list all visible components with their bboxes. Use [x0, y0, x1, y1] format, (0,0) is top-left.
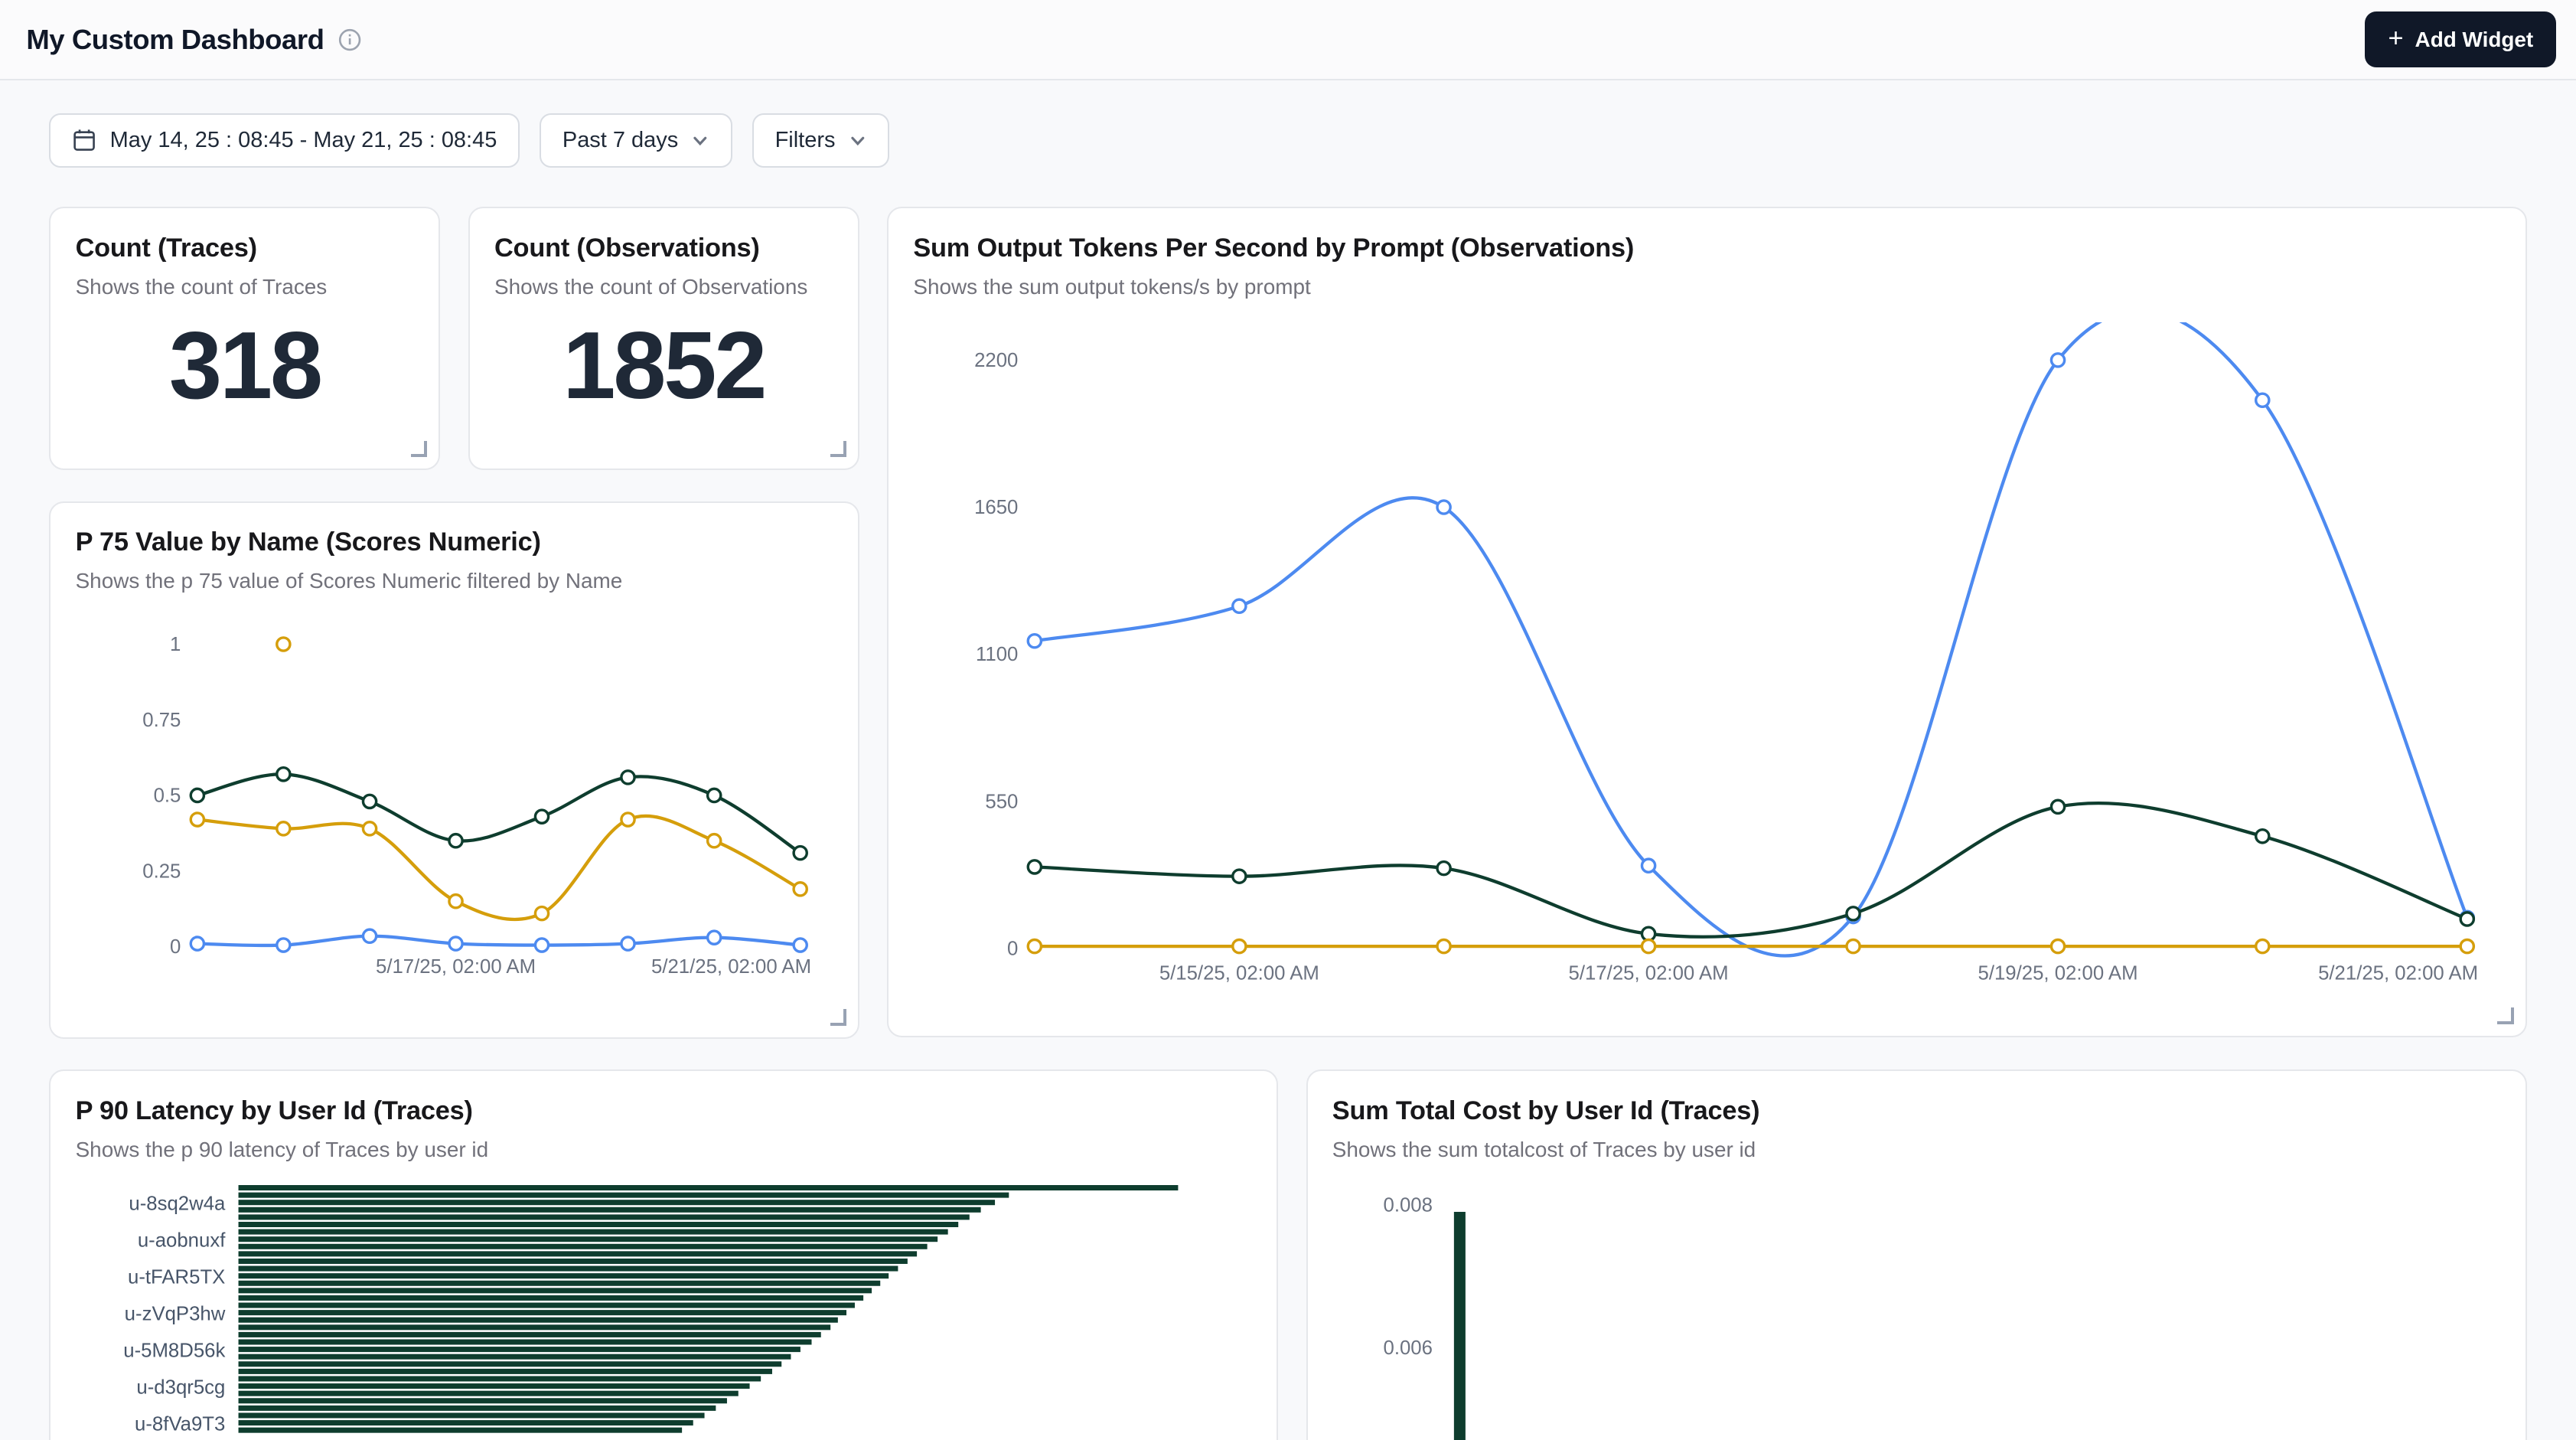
widget-title: Sum Output Tokens Per Second by Prompt (…: [913, 233, 2500, 263]
dashboard-page: My Custom Dashboard + Add Widget May 14,…: [0, 0, 2576, 1440]
widget-title: P 75 Value by Name (Scores Numeric): [76, 527, 833, 557]
count-observations-value: 1852: [494, 318, 833, 414]
resize-handle-icon[interactable]: [830, 441, 846, 457]
svg-text:u-5M8D56k: u-5M8D56k: [123, 1340, 225, 1361]
svg-text:0.006: 0.006: [1383, 1337, 1432, 1359]
svg-text:5/21/25, 02:00 AM: 5/21/25, 02:00 AM: [2318, 962, 2478, 984]
date-range-picker[interactable]: May 14, 25 : 08:45 - May 21, 25 : 08:45: [49, 113, 520, 168]
add-widget-button[interactable]: + Add Widget: [2365, 11, 2556, 67]
svg-text:0.25: 0.25: [142, 860, 181, 882]
p90-hbar-chart: u-8sq2w4a u-aobnuxf u-tFAR5TX u-zVqP3hw u-5M…: [76, 1185, 1252, 1440]
page-title: My Custom Dashboard: [26, 24, 324, 56]
app-header: My Custom Dashboard + Add Widget: [0, 0, 2576, 80]
info-icon[interactable]: [337, 28, 362, 52]
resize-handle-icon[interactable]: [411, 441, 427, 457]
widget-card-p90-latency: P 90 Latency by User Id (Traces) Shows t…: [49, 1069, 1278, 1439]
resize-handle-icon[interactable]: [830, 1009, 846, 1025]
filters-dropdown[interactable]: Filters: [752, 113, 889, 168]
widget-card-output-tokens: Sum Output Tokens Per Second by Prompt (…: [887, 207, 2526, 1037]
svg-text:0: 0: [1007, 938, 1018, 959]
svg-text:1100: 1100: [976, 644, 1018, 665]
svg-text:u-d3qr5cg: u-d3qr5cg: [136, 1376, 225, 1398]
svg-text:5/17/25, 02:00 AM: 5/17/25, 02:00 AM: [1569, 962, 1729, 984]
calendar-icon: [72, 128, 96, 152]
widget-subtitle: Shows the sum totalcost of Traces by use…: [1332, 1138, 2501, 1162]
widget-card-count-traces: Count (Traces) Shows the count of Traces…: [49, 207, 440, 469]
svg-text:5/21/25, 02:00 AM: 5/21/25, 02:00 AM: [651, 956, 811, 978]
svg-text:1: 1: [170, 634, 181, 655]
svg-text:u-8fVa9T3: u-8fVa9T3: [135, 1413, 225, 1435]
widget-card-count-observations: Count (Observations) Shows the count of …: [468, 207, 859, 469]
widget-title: P 90 Latency by User Id (Traces): [76, 1096, 1252, 1126]
tokens-line-chart: 0 550 1100 1650 2200 5/15/25, 02:00 AM 5/17/25…: [913, 322, 2500, 1003]
toolbar: May 14, 25 : 08:45 - May 21, 25 : 08:45 …: [0, 80, 2576, 168]
date-preset-value: Past 7 days: [562, 128, 678, 153]
widget-subtitle: Shows the count of Observations: [494, 275, 833, 299]
resize-handle-icon[interactable]: [2497, 1007, 2513, 1024]
svg-text:0.75: 0.75: [142, 710, 181, 731]
widget-subtitle: Shows the p 75 value of Scores Numeric f…: [76, 569, 833, 593]
svg-text:u-aobnuxf: u-aobnuxf: [137, 1229, 225, 1251]
svg-text:u-zVqP3hw: u-zVqP3hw: [124, 1303, 225, 1324]
svg-text:550: 550: [986, 791, 1019, 812]
dashboard-grid: Count (Traces) Shows the count of Traces…: [0, 168, 2576, 1440]
date-preset-dropdown[interactable]: Past 7 days: [540, 113, 732, 168]
add-widget-label: Add Widget: [2415, 28, 2534, 52]
widget-title: Sum Total Cost by User Id (Traces): [1332, 1096, 2501, 1126]
widget-title: Count (Traces): [76, 233, 415, 263]
widget-subtitle: Shows the count of Traces: [76, 275, 415, 299]
svg-text:u-tFAR5TX: u-tFAR5TX: [128, 1266, 225, 1288]
svg-text:2200: 2200: [974, 350, 1018, 371]
svg-text:1650: 1650: [974, 497, 1018, 518]
chevron-down-icon: [849, 132, 867, 150]
svg-text:0: 0: [170, 936, 181, 958]
svg-text:u-8sq2w4a: u-8sq2w4a: [129, 1193, 226, 1214]
widget-card-p75-value: P 75 Value by Name (Scores Numeric) Show…: [49, 501, 859, 1039]
svg-text:5/15/25, 02:00 AM: 5/15/25, 02:00 AM: [1159, 962, 1319, 984]
filters-label: Filters: [775, 128, 836, 153]
p75-line-chart: 0 0.25 0.5 0.75 1 5/17/25, 02:00 AM 5/21/25, 0…: [76, 616, 833, 993]
count-traces-value: 318: [76, 318, 415, 414]
cost-vbar-chart: 0.006 0.008: [1332, 1185, 2501, 1440]
chevron-down-icon: [691, 132, 709, 150]
widget-card-total-cost: Sum Total Cost by User Id (Traces) Shows…: [1306, 1069, 2527, 1439]
plus-icon: +: [2388, 25, 2403, 51]
widget-subtitle: Shows the p 90 latency of Traces by user…: [76, 1138, 1252, 1162]
svg-text:5/19/25, 02:00 AM: 5/19/25, 02:00 AM: [1978, 962, 2138, 984]
svg-text:0.008: 0.008: [1383, 1194, 1432, 1216]
widget-title: Count (Observations): [494, 233, 833, 263]
svg-text:5/17/25, 02:00 AM: 5/17/25, 02:00 AM: [376, 956, 536, 978]
date-range-value: May 14, 25 : 08:45 - May 21, 25 : 08:45: [110, 128, 497, 153]
svg-text:0.5: 0.5: [153, 785, 181, 807]
widget-subtitle: Shows the sum output tokens/s by prompt: [913, 275, 2500, 299]
